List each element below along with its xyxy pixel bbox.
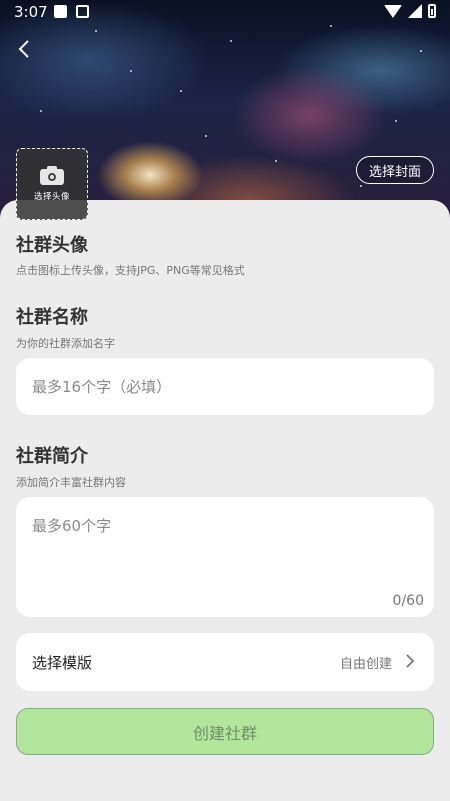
notification-a-icon	[76, 5, 89, 18]
create-community-button[interactable]: 创建社群	[16, 708, 434, 755]
chevron-right-icon	[404, 651, 416, 676]
notification-icon	[54, 5, 67, 18]
wifi-icon	[384, 4, 402, 18]
back-button[interactable]	[12, 36, 38, 62]
intro-textarea[interactable]: 最多60个字 0/60	[16, 497, 434, 617]
template-value: 自由创建	[339, 657, 392, 672]
status-time: 3:07	[14, 3, 48, 21]
chevron-left-icon	[18, 40, 29, 58]
signal-icon	[408, 4, 422, 18]
camera-icon	[40, 166, 64, 185]
intro-char-counter: 0/60	[392, 593, 424, 609]
battery-icon	[428, 4, 436, 18]
intro-textarea-placeholder: 最多60个字	[32, 517, 112, 535]
select-cover-button[interactable]: 选择封面	[356, 156, 434, 184]
status-bar: 3:07	[0, 0, 450, 24]
template-selector[interactable]: 选择模版 自由创建	[16, 633, 434, 691]
avatar-upload-label: 选择头像	[33, 192, 70, 202]
template-label: 选择模版	[32, 654, 93, 672]
name-input-placeholder: 最多16个字（必填）	[32, 378, 172, 396]
avatar-upload-button[interactable]: 选择头像	[16, 148, 88, 220]
status-indicators	[384, 4, 436, 18]
name-input[interactable]: 最多16个字（必填）	[16, 358, 434, 415]
